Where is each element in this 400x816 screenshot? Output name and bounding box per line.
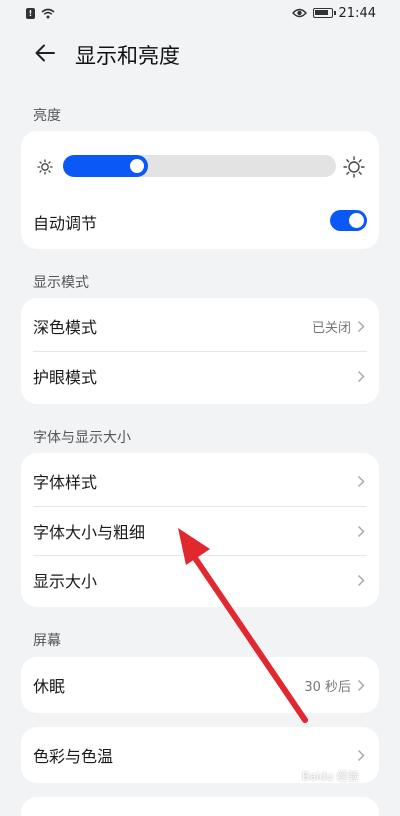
- brightness-low-icon: [37, 159, 53, 175]
- font-size-card: 字体样式 字体大小与粗细 显示大小: [21, 453, 379, 607]
- wifi-icon: [41, 8, 55, 18]
- dark-mode-value: 已关闭: [311, 320, 351, 336]
- header: 显示和亮度: [0, 34, 400, 74]
- battery-icon: [312, 8, 336, 18]
- section-label-screen: 屏幕: [33, 633, 61, 649]
- font-size-weight-label: 字体大小与粗细: [33, 523, 146, 542]
- next-card: [21, 797, 379, 816]
- chevron-right-icon: [357, 525, 365, 537]
- chevron-right-icon: [357, 679, 365, 691]
- auto-brightness-label: 自动调节: [33, 214, 98, 233]
- font-style-label: 字体样式: [33, 473, 98, 492]
- sleep-row[interactable]: 休眠 30 秒后: [21, 660, 379, 710]
- font-size-weight-row[interactable]: 字体大小与粗细: [21, 506, 379, 556]
- eye-comfort-row[interactable]: 护眼模式: [21, 351, 379, 401]
- section-label-brightness: 亮度: [33, 108, 61, 124]
- dark-mode-label: 深色模式: [33, 318, 98, 337]
- eye-comfort-label: 护眼模式: [33, 368, 98, 387]
- font-style-row[interactable]: 字体样式: [21, 456, 379, 506]
- eye-comfort-right: [357, 370, 365, 383]
- watermark: Baidu 经验: [282, 768, 359, 784]
- status-right: 21:44: [291, 5, 376, 21]
- brightness-card: 自动调节: [21, 131, 379, 249]
- notification-icon: !: [26, 7, 35, 19]
- display-size-label: 显示大小: [33, 572, 98, 591]
- sleep-value: 30 秒后: [304, 679, 351, 695]
- status-bar: ! 21:44: [0, 0, 400, 26]
- toggle-knob: [349, 213, 364, 228]
- chevron-right-icon: [357, 320, 365, 332]
- status-time: 21:44: [338, 5, 376, 21]
- eye-icon: [291, 8, 307, 18]
- display-size-row[interactable]: 显示大小: [21, 555, 379, 605]
- section-label-font-size: 字体与显示大小: [33, 430, 131, 446]
- chevron-right-icon: [357, 370, 365, 382]
- brightness-slider[interactable]: [63, 155, 336, 177]
- back-arrow-icon: [35, 44, 55, 62]
- chevron-right-icon: [357, 574, 365, 586]
- back-button[interactable]: [30, 38, 60, 68]
- sleep-right: 30 秒后: [304, 676, 365, 695]
- section-label-display-mode: 显示模式: [33, 275, 89, 291]
- display-mode-card: 深色模式 已关闭 护眼模式: [21, 298, 379, 404]
- watermark-text: Baidu 经验: [302, 770, 359, 783]
- dark-mode-row[interactable]: 深色模式 已关闭: [21, 301, 379, 351]
- brightness-slider-thumb[interactable]: [130, 159, 144, 173]
- screen-card: 休眠 30 秒后: [21, 657, 379, 713]
- auto-brightness-toggle[interactable]: [330, 210, 367, 231]
- sleep-label: 休眠: [33, 677, 66, 696]
- status-left: !: [26, 7, 55, 19]
- paw-logo-icon: [284, 769, 296, 783]
- color-temperature-label: 色彩与色温: [33, 747, 114, 766]
- brightness-high-icon: [343, 156, 365, 178]
- chevron-right-icon: [357, 749, 365, 761]
- page-title: 显示和亮度: [75, 44, 180, 68]
- dark-mode-right: 已关闭: [312, 317, 365, 336]
- chevron-right-icon: [357, 475, 365, 487]
